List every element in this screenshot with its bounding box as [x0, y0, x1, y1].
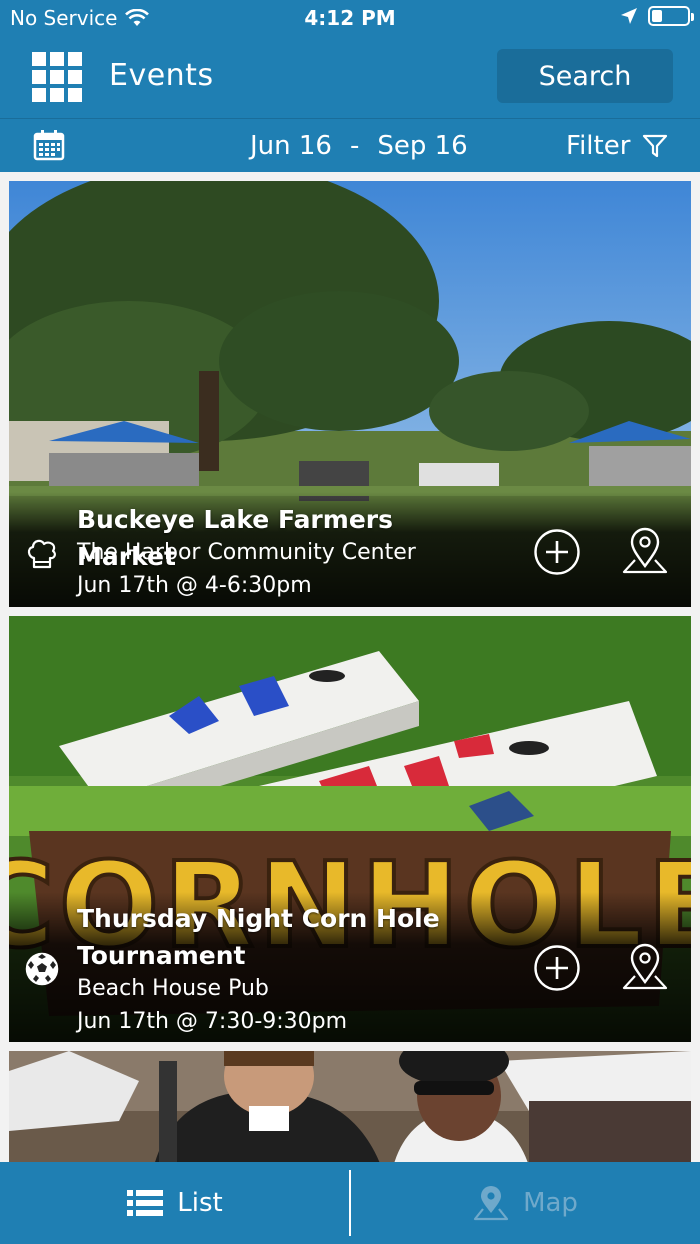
status-time: 4:12 PM [304, 6, 396, 30]
list-icon [127, 1190, 164, 1216]
bottom-tab-bar: List Map [0, 1162, 700, 1244]
chef-hat-icon [27, 539, 56, 569]
funnel-icon [643, 134, 668, 158]
event-venue: Beach House Pub [77, 976, 269, 1001]
date-end: Sep 16 [377, 131, 468, 161]
event-list[interactable]: Buckeye Lake Farmers Market The Harbor C… [0, 172, 700, 1162]
event-card[interactable]: Buckeye Lake Farmers Market The Harbor C… [9, 181, 691, 607]
event-card[interactable]: CORNHOLE Thursday Night Corn Hole Tourna… [9, 616, 691, 1042]
calendar-icon[interactable] [33, 129, 65, 161]
map-pin-icon [473, 1186, 509, 1221]
event-title[interactable]: Thursday Night Corn Hole Tournament [77, 900, 497, 974]
page-title: Events [109, 58, 214, 93]
tab-map-label: Map [523, 1188, 578, 1218]
add-event-button[interactable] [533, 528, 581, 576]
event-date: Jun 17th @ 4-6:30pm [77, 573, 312, 598]
event-date: Jun 17th @ 7:30-9:30pm [77, 1009, 348, 1034]
filter-button[interactable]: Filter [566, 131, 668, 161]
menu-grid-icon[interactable] [32, 52, 82, 102]
status-bar: No Service 4:12 PM [0, 0, 700, 38]
tab-list[interactable]: List [0, 1162, 350, 1244]
tab-list-label: List [177, 1188, 223, 1218]
location-pin-icon[interactable] [621, 526, 669, 576]
date-range[interactable]: Jun 16 - Sep 16 [250, 131, 468, 161]
app-header: Events Search [0, 38, 700, 118]
soccer-ball-icon [25, 952, 59, 986]
event-venue: The Harbor Community Center [77, 540, 416, 565]
battery-icon [648, 6, 694, 26]
search-button[interactable]: Search [497, 49, 673, 103]
event-card[interactable] [9, 1051, 691, 1162]
event-image [9, 1051, 691, 1162]
date-start: Jun 16 [250, 131, 332, 161]
date-separator: - [349, 131, 360, 161]
location-pin-icon[interactable] [621, 942, 669, 992]
tab-map[interactable]: Map [351, 1162, 700, 1244]
date-range-bar: Jun 16 - Sep 16 Filter [0, 118, 700, 172]
status-right [620, 6, 694, 26]
filter-label: Filter [566, 131, 631, 161]
battery-fill [652, 10, 662, 22]
location-arrow-icon [621, 8, 637, 24]
add-event-button[interactable] [533, 944, 581, 992]
